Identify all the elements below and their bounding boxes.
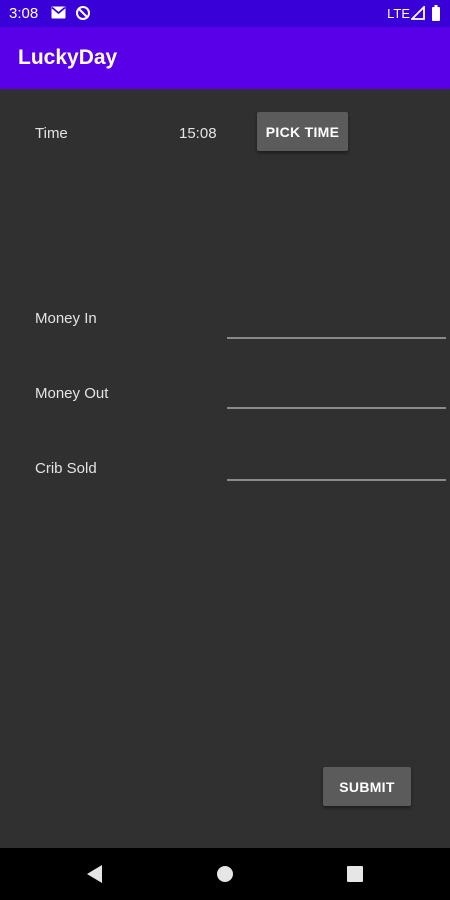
battery-icon <box>432 5 440 25</box>
money-in-field[interactable] <box>227 337 446 339</box>
money-out-label: Money Out <box>35 385 109 402</box>
app-bar: LuckyDay <box>0 27 450 89</box>
status-time: 3:08 <box>9 5 39 22</box>
time-label: Time <box>35 125 68 142</box>
crib-sold-label: Crib Sold <box>35 460 97 477</box>
submit-button[interactable]: SUBMIT <box>323 767 411 806</box>
time-value: 15:08 <box>179 125 217 142</box>
home-icon[interactable] <box>216 865 234 888</box>
crib-sold-field[interactable] <box>227 479 446 481</box>
status-bar: 3:08 LTE <box>0 0 450 27</box>
money-out-field[interactable] <box>227 407 446 409</box>
money-in-label: Money In <box>35 310 97 327</box>
navigation-bar <box>0 848 450 900</box>
recents-icon[interactable] <box>347 866 363 887</box>
pick-time-button[interactable]: PICK TIME <box>257 112 348 151</box>
data-saver-icon <box>75 5 91 25</box>
signal-icon <box>409 4 425 24</box>
app-title: LuckyDay <box>18 46 118 69</box>
network-type: LTE <box>387 6 410 21</box>
back-icon[interactable] <box>86 864 104 889</box>
gmail-icon <box>51 6 66 23</box>
screen: 3:08 LTE LuckyDay Time 15:08 PICK TIME M… <box>0 0 450 900</box>
